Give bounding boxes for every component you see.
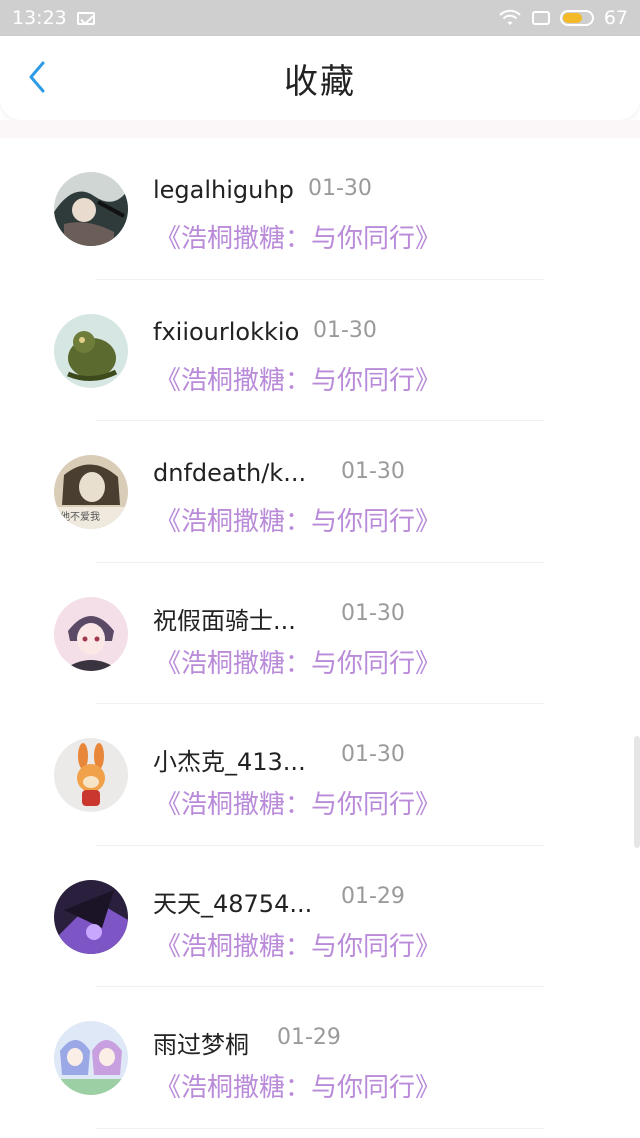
divider: [96, 1127, 544, 1129]
status-bar: 13:23 67: [0, 0, 640, 36]
item-subtitle-link[interactable]: 《浩桐撒糖：与你同行》: [155, 784, 441, 821]
item-username: 小杰克_413...: [153, 748, 306, 776]
item-subtitle-link[interactable]: 《浩桐撒糖：与你同行》: [155, 643, 441, 680]
back-button[interactable]: [22, 61, 52, 93]
item-username: fxiiourlokkio: [153, 317, 300, 346]
app-header: 收藏: [0, 36, 640, 120]
list-item[interactable]: 祝假面骑士... 01-30 《浩桐撒糖：与你同行》: [0, 563, 640, 704]
item-subtitle-link[interactable]: 《浩桐撒糖：与你同行》: [155, 926, 441, 963]
header-spacer: [0, 120, 640, 138]
item-date: 01-29: [277, 1025, 341, 1050]
list-item[interactable]: fxiiourlokkio 01-30 《浩桐撒糖：与你同行》: [0, 280, 640, 421]
item-username: legalhiguhp: [153, 176, 294, 204]
svg-text:他不爱我: 他不爱我: [60, 510, 100, 523]
item-date: 01-30: [341, 459, 405, 484]
item-date: 01-30: [341, 600, 405, 626]
avatar[interactable]: [54, 172, 128, 246]
page-title: 收藏: [284, 61, 356, 102]
item-date: 01-30: [308, 176, 372, 201]
item-subtitle-link[interactable]: 《浩桐撒糖：与你同行》: [155, 360, 441, 397]
battery-fill: [562, 13, 582, 23]
battery-level: 67: [603, 7, 628, 29]
item-username: 祝假面骑士...: [153, 606, 296, 635]
list-item[interactable]: 他不爱我 dnfdeath/k... 01-30 《浩桐撒糖：与你同行》: [0, 421, 640, 563]
list-item[interactable]: 小杰克_413... 01-30 《浩桐撒糖：与你同行》: [0, 704, 640, 846]
avatar[interactable]: [54, 313, 128, 388]
sim-icon: [531, 11, 550, 25]
item-subtitle-link[interactable]: 《浩桐撒糖：与你同行》: [155, 501, 441, 538]
avatar[interactable]: [54, 1021, 128, 1095]
avatar[interactable]: 他不爱我: [54, 455, 128, 529]
list-item[interactable]: 雨过梦桐 01-29 《浩桐撒糖：与你同行》: [0, 987, 640, 1129]
item-subtitle-link[interactable]: 《浩桐撒糖：与你同行》: [155, 1067, 441, 1104]
battery-icon: [559, 10, 594, 26]
item-username: 雨过梦桐: [153, 1031, 249, 1059]
item-username: dnfdeath/k...: [153, 459, 307, 487]
item-subtitle-link[interactable]: 《浩桐撒糖：与你同行》: [155, 218, 441, 255]
scrollbar[interactable]: [634, 736, 640, 848]
item-date: 01-30: [341, 742, 405, 767]
favorites-list: legalhiguhp 01-30 《浩桐撒糖：与你同行》 fxiiourlokkio…: [0, 138, 640, 1129]
item-date: 01-29: [341, 883, 405, 909]
item-date: 01-30: [313, 317, 377, 343]
wifi-icon: [499, 9, 521, 25]
item-username: 天天_48754...: [153, 889, 313, 918]
avatar[interactable]: [54, 738, 128, 812]
avatar[interactable]: [54, 596, 128, 671]
avatar[interactable]: [54, 879, 128, 954]
chevron-left-icon: [29, 61, 45, 93]
status-time: 13:23: [12, 7, 67, 29]
list-item[interactable]: legalhiguhp 01-30 《浩桐撒糖：与你同行》: [0, 138, 640, 280]
mail-icon: [76, 11, 95, 25]
list-item[interactable]: 天天_48754... 01-29 《浩桐撒糖：与你同行》: [0, 846, 640, 987]
